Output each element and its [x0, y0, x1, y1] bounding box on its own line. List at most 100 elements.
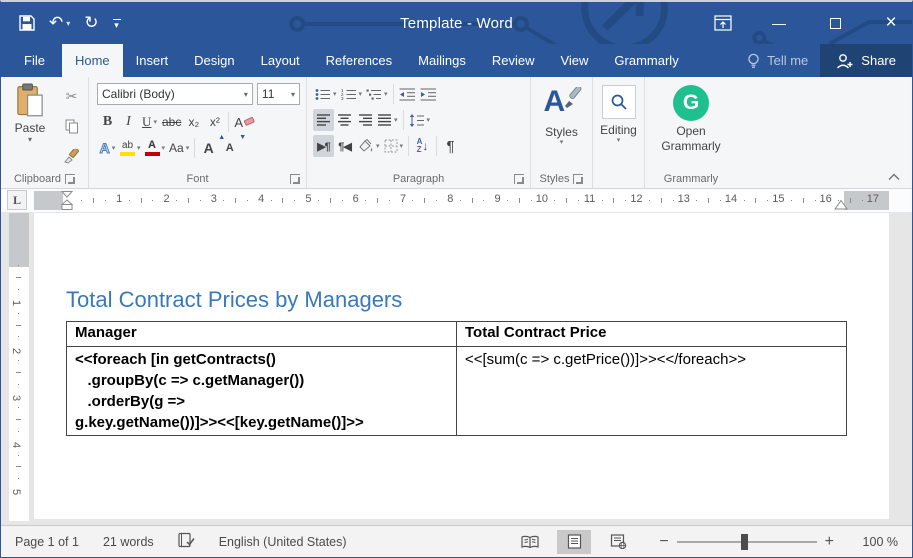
- italic-button[interactable]: I: [118, 111, 139, 133]
- increase-indent-button[interactable]: [418, 83, 439, 105]
- vertical-ruler[interactable]: 12345: [9, 213, 29, 521]
- close-button[interactable]: ×: [880, 12, 902, 34]
- font-color-caret[interactable]: ▾: [162, 144, 166, 152]
- tab-stop-selector[interactable]: L: [7, 190, 27, 210]
- tab-layout[interactable]: Layout: [248, 44, 313, 77]
- cell-manager[interactable]: <<foreach [in getContracts() .groupBy(c …: [67, 347, 457, 436]
- align-left-button[interactable]: [313, 109, 334, 131]
- tab-mailings[interactable]: Mailings: [405, 44, 479, 77]
- change-case-button[interactable]: Aa ▾: [167, 137, 191, 159]
- format-painter-icon: [64, 149, 79, 164]
- tab-review[interactable]: Review: [479, 44, 548, 77]
- tab-home[interactable]: Home: [62, 44, 123, 77]
- zoom-out-button[interactable]: −: [659, 533, 668, 551]
- cut-button[interactable]: ✂: [61, 85, 82, 107]
- bold-button[interactable]: B: [97, 111, 118, 133]
- shading-caret[interactable]: ▾: [376, 142, 380, 150]
- language-indicator[interactable]: English (United States): [219, 535, 347, 549]
- share-button[interactable]: Share: [820, 44, 912, 77]
- table-header-manager[interactable]: Manager: [67, 322, 457, 347]
- highlight-caret[interactable]: ▾: [137, 144, 141, 152]
- line-spacing-button[interactable]: ▾: [407, 109, 433, 131]
- proofing-status[interactable]: [178, 532, 195, 551]
- copy-button[interactable]: [61, 115, 82, 137]
- strikethrough-button[interactable]: abc: [160, 111, 183, 133]
- borders-caret[interactable]: ▾: [400, 142, 404, 150]
- indent-markers[interactable]: [58, 191, 76, 210]
- word-count[interactable]: 21 words: [103, 535, 154, 549]
- shading-button[interactable]: ▾: [355, 135, 382, 157]
- web-layout-button[interactable]: [601, 530, 635, 554]
- shrink-font-button[interactable]: A ▼: [219, 137, 240, 159]
- numbering-caret[interactable]: ▾: [359, 90, 363, 98]
- text-effects-button[interactable]: A ▾: [97, 137, 118, 159]
- multilevel-list-button[interactable]: ▾: [364, 83, 390, 105]
- maximize-button[interactable]: [824, 12, 846, 34]
- highlight-button[interactable]: ab ▾: [118, 137, 143, 159]
- tab-view[interactable]: View: [547, 44, 601, 77]
- right-to-left-button[interactable]: ¶◀: [334, 135, 355, 157]
- format-painter-button[interactable]: [61, 145, 82, 167]
- collapse-ribbon-button[interactable]: [888, 170, 900, 184]
- change-case-caret[interactable]: ▾: [186, 144, 190, 152]
- ruler-unit: 9: [449, 191, 496, 210]
- font-size-combobox[interactable]: 11 ▾: [257, 83, 300, 105]
- tab-design[interactable]: Design: [181, 44, 247, 77]
- justify-button[interactable]: ▾: [376, 109, 400, 131]
- borders-button[interactable]: ▾: [382, 135, 406, 157]
- zoom-level[interactable]: 100 %: [854, 535, 898, 549]
- paste-dropdown-caret[interactable]: ▾: [28, 135, 32, 144]
- editing-button[interactable]: [602, 85, 636, 119]
- font-name-combobox[interactable]: Calibri (Body) ▾: [97, 83, 253, 105]
- right-indent-marker[interactable]: [832, 200, 850, 210]
- close-icon: ×: [885, 12, 896, 34]
- document-page[interactable]: Total Contract Prices by Managers Manage…: [34, 213, 889, 519]
- cell-price[interactable]: <<[sum(c => c.getPrice())]>><</foreach>>: [457, 347, 847, 436]
- tab-file[interactable]: File: [7, 44, 62, 77]
- font-dialog-launcher[interactable]: [290, 174, 300, 184]
- underline-button[interactable]: U ▾: [139, 111, 160, 133]
- styles-dialog-launcher[interactable]: [573, 174, 583, 184]
- tab-references[interactable]: References: [313, 44, 405, 77]
- zoom-in-button[interactable]: +: [825, 533, 834, 551]
- read-mode-button[interactable]: [513, 530, 547, 554]
- show-hide-marks-button[interactable]: ¶: [440, 135, 461, 157]
- text-effects-caret[interactable]: ▾: [112, 144, 116, 152]
- multilevel-caret[interactable]: ▾: [384, 90, 388, 98]
- superscript-button[interactable]: x²: [204, 111, 225, 133]
- numbering-button[interactable]: 1 2 3 ▾: [339, 83, 365, 105]
- underline-caret[interactable]: ▾: [153, 118, 157, 126]
- tell-me-box[interactable]: Tell me: [735, 44, 820, 77]
- align-right-button[interactable]: [355, 109, 376, 131]
- subscript-button[interactable]: x₂: [183, 111, 204, 133]
- paragraph-dialog-launcher[interactable]: [514, 174, 524, 184]
- print-layout-button[interactable]: [557, 530, 591, 554]
- align-center-button[interactable]: [334, 109, 355, 131]
- styles-button[interactable]: A: [544, 85, 580, 121]
- clear-formatting-button[interactable]: A: [232, 111, 257, 133]
- decrease-indent-button[interactable]: [397, 83, 418, 105]
- ribbon-display-options-button[interactable]: [712, 12, 734, 34]
- tab-insert[interactable]: Insert: [123, 44, 182, 77]
- left-to-right-button[interactable]: ▶¶: [313, 135, 334, 157]
- line-spacing-caret[interactable]: ▾: [427, 116, 431, 124]
- justify-caret[interactable]: ▾: [394, 116, 398, 124]
- horizontal-ruler[interactable]: 1234567891011121314151617: [34, 191, 889, 210]
- font-color-button[interactable]: A ▾: [143, 137, 168, 159]
- zoom-slider-handle[interactable]: [741, 534, 748, 550]
- grow-font-button[interactable]: A ▲: [198, 137, 219, 159]
- open-grammarly-button[interactable]: G: [673, 85, 709, 121]
- sort-button[interactable]: A Z ↓: [412, 135, 433, 157]
- paste-button[interactable]: Paste ▾: [7, 83, 53, 163]
- tab-grammarly[interactable]: Grammarly: [601, 44, 691, 77]
- zoom-slider-track[interactable]: [677, 541, 817, 543]
- open-grammarly-label[interactable]: Open Grammarly: [651, 124, 731, 154]
- editing-caret[interactable]: ▾: [617, 137, 621, 145]
- page-indicator[interactable]: Page 1 of 1: [15, 535, 79, 549]
- bullets-button[interactable]: ▾: [313, 83, 339, 105]
- table-header-price[interactable]: Total Contract Price: [457, 322, 847, 347]
- styles-caret[interactable]: ▾: [560, 139, 564, 147]
- minimize-button[interactable]: —: [768, 12, 790, 34]
- clipboard-dialog-launcher[interactable]: [65, 174, 75, 184]
- bullets-caret[interactable]: ▾: [333, 90, 337, 98]
